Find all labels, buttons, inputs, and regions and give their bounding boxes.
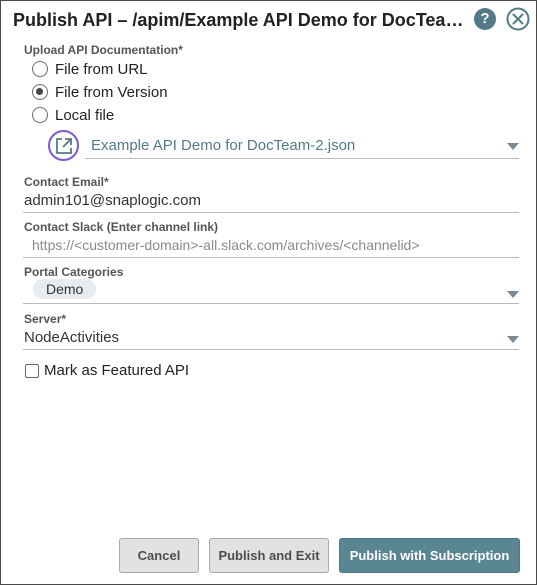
contact-slack-input[interactable]: https://<customer-domain>-all.slack.com/… <box>32 237 420 253</box>
contact-email-underline <box>23 212 519 213</box>
radio-file-from-version[interactable]: File from Version <box>32 82 168 102</box>
upload-doc-label: Upload API Documentation* <box>24 43 183 57</box>
category-chip[interactable]: Demo <box>33 279 97 299</box>
publish-with-subscription-button[interactable]: Publish with Subscription <box>339 538 520 573</box>
contact-slack-label: Contact Slack (Enter channel link) <box>24 220 219 234</box>
portal-categories-label: Portal Categories <box>24 265 124 279</box>
close-icon[interactable] <box>506 7 530 31</box>
dialog-title: Publish API – /apim/Example API Demo for… <box>13 10 473 30</box>
contact-email-input[interactable]: admin101@snaplogic.com <box>24 192 201 209</box>
radio-button-selected[interactable] <box>32 84 48 100</box>
radio-local-file[interactable]: Local file <box>32 105 114 125</box>
featured-label: Mark as Featured API <box>44 362 190 379</box>
chevron-down-icon[interactable] <box>507 143 519 150</box>
radio-label: Local file <box>55 106 115 124</box>
featured-checkbox[interactable] <box>25 364 39 378</box>
radio-file-from-url[interactable]: File from URL <box>32 59 148 79</box>
server-select[interactable]: NodeActivities <box>24 329 119 346</box>
selected-file-value[interactable]: Example API Demo for DocTeam-2.json <box>91 137 355 154</box>
cancel-button[interactable]: Cancel <box>119 538 199 573</box>
publish-api-dialog: Publish API – /apim/Example API Demo for… <box>0 0 537 585</box>
radio-label: File from Version <box>55 83 168 101</box>
chevron-down-icon[interactable] <box>507 291 519 298</box>
radio-button[interactable] <box>32 107 48 123</box>
file-select-underline <box>85 158 519 159</box>
publish-and-exit-button[interactable]: Publish and Exit <box>209 538 329 573</box>
chevron-down-icon[interactable] <box>507 336 519 343</box>
server-label: Server* <box>24 312 67 326</box>
contact-email-label: Contact Email* <box>24 175 109 189</box>
portal-categories-underline <box>23 303 519 304</box>
external-link-icon[interactable] <box>54 136 74 156</box>
server-underline <box>23 349 519 350</box>
radio-button[interactable] <box>32 61 48 77</box>
radio-label: File from URL <box>55 60 148 78</box>
contact-slack-underline <box>23 257 519 258</box>
help-icon[interactable]: ? <box>474 8 496 30</box>
